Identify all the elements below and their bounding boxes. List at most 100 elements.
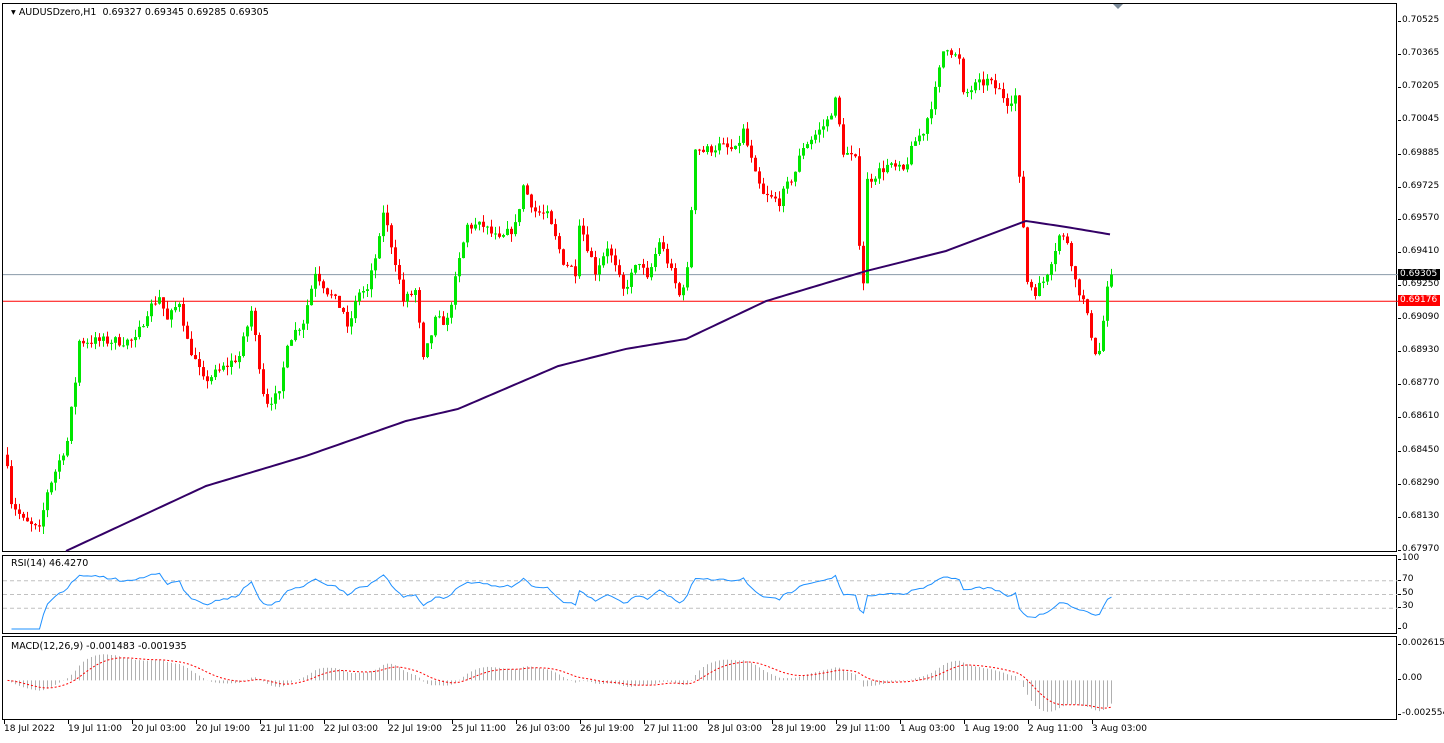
- candle-body: [850, 153, 853, 155]
- candle-body: [150, 303, 153, 317]
- price-tick: 0.68770: [1397, 378, 1440, 389]
- candle-body: [634, 265, 637, 273]
- candle-body: [234, 360, 237, 363]
- candle-body: [366, 289, 369, 292]
- rsi-tick: 70: [1397, 573, 1414, 584]
- macd-tick: 0.00: [1397, 673, 1423, 684]
- candle-body: [666, 248, 669, 264]
- candle-body: [802, 148, 805, 156]
- candle-body: [902, 164, 905, 170]
- candle-body: [1050, 264, 1053, 275]
- candle-body: [274, 393, 277, 404]
- candle-body: [586, 234, 589, 252]
- candle-body: [706, 146, 709, 152]
- candle-body: [346, 311, 349, 327]
- candle-body: [270, 403, 273, 405]
- candle-body: [18, 509, 21, 514]
- candle-body: [762, 183, 765, 194]
- price-chart[interactable]: ▾ AUDUSDzero,H1 0.69327 0.69345 0.69285 …: [2, 3, 1398, 552]
- candle-body: [738, 142, 741, 146]
- candle-body: [114, 337, 117, 343]
- candle-body: [298, 329, 301, 331]
- time-tick: 20 Jul 03:00: [132, 720, 186, 734]
- candle-body: [934, 86, 937, 110]
- candle-body: [582, 225, 585, 235]
- rsi-label: RSI(14) 46.4270: [11, 558, 89, 569]
- candle-body: [294, 329, 297, 341]
- candle-body: [358, 292, 361, 302]
- dropdown-triangle-icon[interactable]: ▾: [11, 7, 16, 18]
- rsi-tick: 0: [1398, 622, 1408, 632]
- candle-body: [394, 247, 397, 266]
- candle-body: [62, 455, 65, 461]
- candle-body: [954, 54, 957, 56]
- candle-body: [734, 145, 737, 149]
- candle-body: [926, 118, 929, 134]
- candle-body: [886, 164, 889, 173]
- macd-tick: -0.002554: [1397, 708, 1444, 718]
- moving-average-line: [65, 219, 1111, 552]
- candle-body: [742, 128, 745, 143]
- candle-body: [974, 82, 977, 91]
- candle-body: [614, 255, 617, 266]
- candle-body: [242, 336, 245, 356]
- time-tick: 22 Jul 03:00: [324, 720, 378, 734]
- candle-body: [430, 335, 433, 344]
- candle-body: [338, 295, 341, 308]
- candle-body: [302, 323, 305, 330]
- candle-body: [942, 51, 945, 68]
- price-tick: 0.69885: [1397, 147, 1440, 158]
- time-tick: 26 Jul 19:00: [580, 720, 634, 734]
- candle-body: [754, 157, 757, 172]
- candle-body: [882, 168, 885, 173]
- price-tick: 0.70365: [1397, 48, 1440, 59]
- candle-body: [38, 525, 41, 527]
- candle-body: [566, 264, 569, 266]
- candle-body: [1066, 236, 1069, 244]
- candle-body: [618, 265, 621, 275]
- bid-price-tag: 0.69305: [1398, 268, 1440, 280]
- candle-body: [726, 143, 729, 148]
- price-tick: 0.69570: [1397, 212, 1440, 223]
- candle-body: [190, 338, 193, 356]
- candle-body: [286, 345, 289, 368]
- candle-body: [938, 67, 941, 87]
- candle-body: [454, 276, 457, 305]
- candle-body: [914, 141, 917, 146]
- candle-body: [374, 258, 377, 271]
- candle-body: [1082, 295, 1085, 300]
- rsi-panel[interactable]: RSI(14) 46.4270: [2, 555, 1398, 634]
- candle-body: [1110, 274, 1113, 287]
- candle-body: [78, 340, 81, 383]
- candle-body: [690, 210, 693, 268]
- candle-body: [814, 134, 817, 140]
- candle-body: [602, 256, 605, 266]
- candle-body: [506, 228, 509, 236]
- time-tick: 21 Jul 11:00: [260, 720, 314, 734]
- chart-shift-marker-icon[interactable]: [1113, 4, 1123, 9]
- candle-body: [1034, 287, 1037, 297]
- candle-body: [682, 287, 685, 296]
- candle-body: [718, 143, 721, 151]
- candle-body: [630, 272, 633, 287]
- candle-body: [670, 263, 673, 269]
- price-tick: 0.70045: [1397, 114, 1440, 125]
- candle-body: [990, 78, 993, 81]
- candle-body: [574, 266, 577, 277]
- price-tick: 0.68450: [1397, 444, 1440, 455]
- candle-body: [594, 257, 597, 275]
- candle-body: [478, 221, 481, 225]
- candle-body: [806, 144, 809, 149]
- candle-body: [470, 224, 473, 229]
- candlestick-plot: [3, 48, 1398, 552]
- candle-body: [442, 316, 445, 325]
- candle-body: [138, 326, 141, 338]
- time-tick: 27 Jul 11:00: [644, 720, 698, 734]
- candle-body: [910, 145, 913, 165]
- candle-body: [1026, 227, 1029, 282]
- candle-body: [770, 195, 773, 197]
- candle-body: [1078, 279, 1081, 296]
- candle-body: [266, 394, 269, 404]
- macd-panel[interactable]: MACD(12,26,9) -0.001483 -0.001935: [2, 636, 1397, 720]
- candle-body: [182, 303, 185, 326]
